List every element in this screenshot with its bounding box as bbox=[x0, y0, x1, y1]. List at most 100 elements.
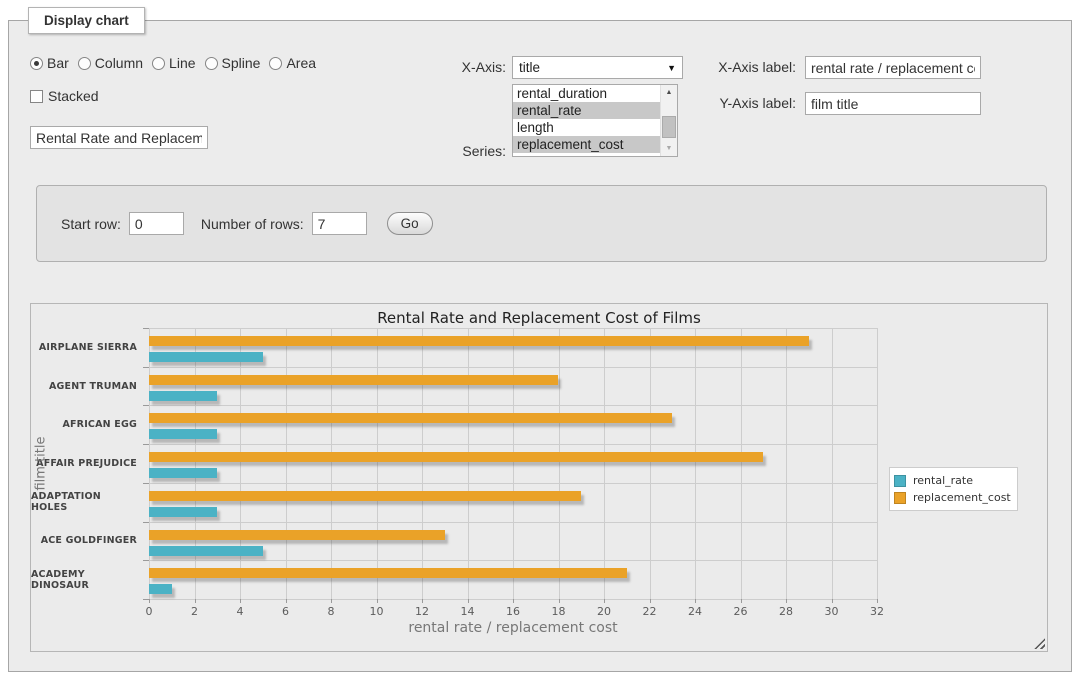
chart-title: Rental Rate and Replacement Cost of Film… bbox=[31, 309, 1047, 327]
x-tick-mark bbox=[149, 599, 150, 603]
num-rows-label: Number of rows: bbox=[201, 216, 304, 232]
gridline-vertical bbox=[240, 328, 241, 599]
series-option-rental_rate[interactable]: rental_rate bbox=[513, 102, 660, 119]
bar-replacement_cost bbox=[149, 336, 809, 346]
gridline-vertical bbox=[195, 328, 196, 599]
gridline-horizontal bbox=[149, 405, 877, 406]
x-tick-label: 12 bbox=[407, 605, 437, 618]
gridline-horizontal bbox=[149, 328, 877, 329]
chart-title-input[interactable] bbox=[30, 126, 208, 149]
radio-column[interactable] bbox=[78, 57, 91, 70]
x-tick-label: 8 bbox=[316, 605, 346, 618]
fieldset-legend: Display chart bbox=[28, 7, 145, 34]
series-option-replacement_cost[interactable]: replacement_cost bbox=[513, 136, 660, 153]
y-axis-label-field-label: Y-Axis label: bbox=[706, 95, 796, 111]
scroll-down-icon[interactable]: ▼ bbox=[661, 141, 677, 156]
bar-replacement_cost bbox=[149, 491, 581, 501]
gridline-horizontal bbox=[149, 522, 877, 523]
y-tick-mark bbox=[143, 560, 149, 561]
bar-rental_rate bbox=[149, 391, 217, 401]
gridline-vertical bbox=[377, 328, 378, 599]
stacked-checkbox[interactable] bbox=[30, 90, 43, 103]
chevron-down-icon: ▼ bbox=[667, 63, 676, 73]
x-tick-mark bbox=[331, 599, 332, 603]
radio-line[interactable] bbox=[152, 57, 165, 70]
series-option-length[interactable]: length bbox=[513, 119, 660, 136]
bar-replacement_cost bbox=[149, 452, 763, 462]
x-tick-mark bbox=[286, 599, 287, 603]
y-axis-label-input[interactable] bbox=[805, 92, 981, 115]
radio-spline[interactable] bbox=[205, 57, 218, 70]
radio-bar[interactable] bbox=[30, 57, 43, 70]
x-tick-mark bbox=[468, 599, 469, 603]
radio-label-area: Area bbox=[286, 55, 316, 71]
num-rows-input[interactable] bbox=[312, 212, 367, 235]
x-tick-mark bbox=[422, 599, 423, 603]
series-options: rental_durationrental_ratelengthreplacem… bbox=[513, 85, 660, 153]
y-tick-mark bbox=[143, 483, 149, 484]
x-axis-title: rental rate / replacement cost bbox=[149, 620, 877, 636]
chart-type-option-column: Column bbox=[78, 55, 143, 71]
plot-area bbox=[149, 328, 877, 599]
x-tick-label: 2 bbox=[180, 605, 210, 618]
gridline-vertical bbox=[604, 328, 605, 599]
gridline-horizontal bbox=[149, 483, 877, 484]
series-listbox[interactable]: rental_durationrental_ratelengthreplacem… bbox=[512, 84, 678, 157]
x-tick-mark bbox=[650, 599, 651, 603]
start-row-input[interactable] bbox=[129, 212, 184, 235]
rows-panel: Start row: Number of rows: Go bbox=[36, 185, 1047, 262]
x-tick-mark bbox=[877, 599, 878, 603]
x-tick-mark bbox=[377, 599, 378, 603]
x-axis-select-label: X-Axis: bbox=[426, 59, 506, 75]
x-tick-label: 14 bbox=[453, 605, 483, 618]
bar-rental_rate bbox=[149, 584, 172, 594]
start-row-label: Start row: bbox=[61, 216, 121, 232]
series-list-label: Series: bbox=[426, 143, 506, 159]
x-tick-mark bbox=[195, 599, 196, 603]
bar-rental_rate bbox=[149, 507, 217, 517]
bar-rental_rate bbox=[149, 546, 263, 556]
legend-label: replacement_cost bbox=[913, 491, 1011, 504]
resize-handle-icon[interactable] bbox=[1034, 638, 1045, 649]
category-label: ACADEMY DINOSAUR bbox=[31, 560, 143, 599]
legend-swatch-rental_rate bbox=[894, 475, 906, 487]
gridline-vertical bbox=[286, 328, 287, 599]
radio-label-spline: Spline bbox=[222, 55, 261, 71]
x-axis-label-input[interactable] bbox=[805, 56, 981, 79]
x-tick-label: 26 bbox=[726, 605, 756, 618]
gridline-vertical bbox=[559, 328, 560, 599]
scrollbar-thumb[interactable] bbox=[662, 116, 676, 138]
y-tick-mark bbox=[143, 367, 149, 368]
legend-swatch-replacement_cost bbox=[894, 492, 906, 504]
gridline-vertical bbox=[422, 328, 423, 599]
series-option-rental_duration[interactable]: rental_duration bbox=[513, 85, 660, 102]
x-tick-label: 16 bbox=[498, 605, 528, 618]
chart-type-option-area: Area bbox=[269, 55, 316, 71]
radio-area[interactable] bbox=[269, 57, 282, 70]
gridline-horizontal bbox=[149, 444, 877, 445]
gridline-horizontal bbox=[149, 560, 877, 561]
x-tick-mark bbox=[832, 599, 833, 603]
x-axis-select[interactable]: title ▼ bbox=[512, 56, 683, 79]
x-tick-label: 0 bbox=[134, 605, 164, 618]
bar-replacement_cost bbox=[149, 413, 672, 423]
stacked-checkbox-row: Stacked bbox=[30, 88, 99, 104]
y-tick-mark bbox=[143, 405, 149, 406]
chart-type-option-line: Line bbox=[152, 55, 195, 71]
x-tick-label: 32 bbox=[862, 605, 892, 618]
gridline-vertical bbox=[786, 328, 787, 599]
bar-rental_rate bbox=[149, 468, 217, 478]
y-axis-title: film title bbox=[34, 394, 49, 534]
category-label: AIRPLANE SIERRA bbox=[31, 328, 143, 367]
x-tick-mark bbox=[786, 599, 787, 603]
scroll-up-icon[interactable]: ▲ bbox=[661, 85, 677, 100]
x-axis-selected-value: title bbox=[519, 60, 540, 75]
bar-rental_rate bbox=[149, 429, 217, 439]
bar-replacement_cost bbox=[149, 568, 627, 578]
gridline-vertical bbox=[331, 328, 332, 599]
x-tick-mark bbox=[741, 599, 742, 603]
y-tick-mark bbox=[143, 522, 149, 523]
radio-label-bar: Bar bbox=[47, 55, 69, 71]
go-button[interactable]: Go bbox=[387, 212, 433, 235]
x-tick-label: 30 bbox=[817, 605, 847, 618]
